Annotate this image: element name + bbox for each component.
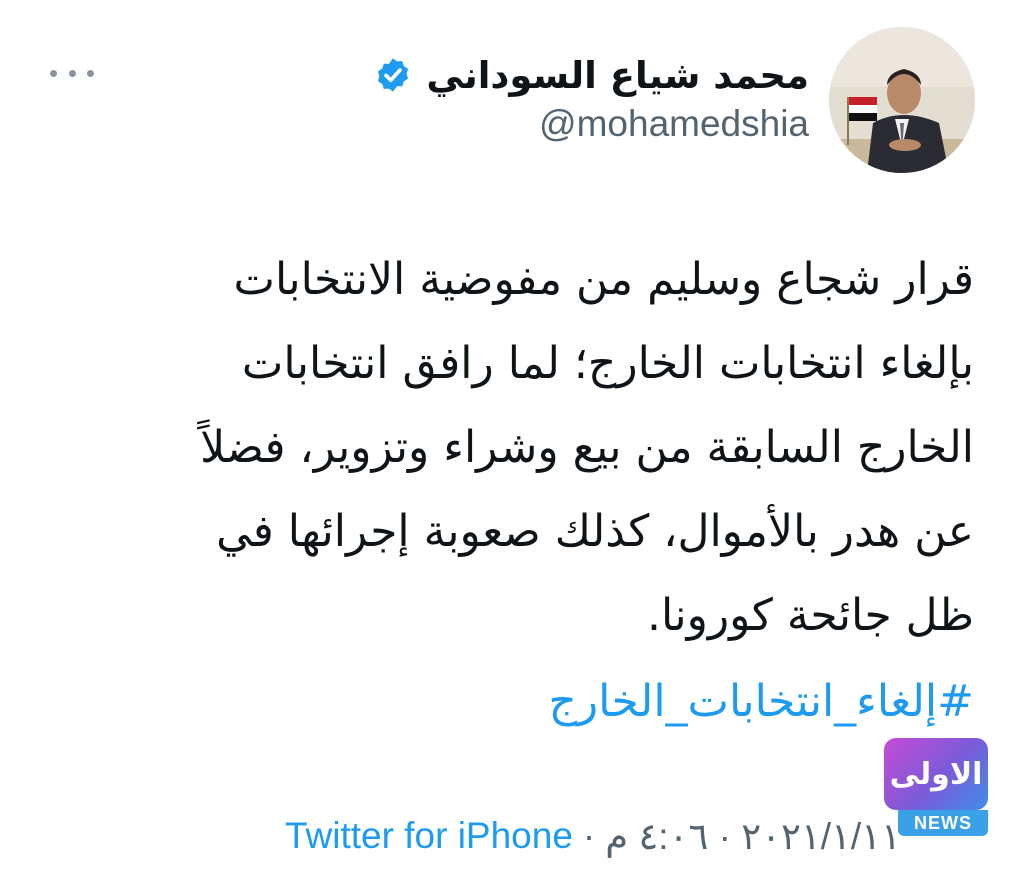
verified-badge-icon	[378, 58, 409, 92]
author-name-row: محمد شياع السوداني	[374, 48, 809, 102]
author-display-name[interactable]: محمد شياع السوداني	[426, 54, 809, 97]
tweet-text: قرار شجاع وسليم من مفوضية الانتخابات بإل…	[60, 238, 974, 658]
more-dot-icon	[50, 69, 57, 77]
tweet-text-line: الخارج السابقة من بيع وشراء وتزوير، فضلا…	[200, 422, 974, 473]
meta-separator: ·	[582, 815, 596, 856]
watermark-logo: الاولى NEWS	[884, 738, 988, 838]
tweet-text-line: بإلغاء انتخابات الخارج؛ لما رافق انتخابا…	[241, 338, 974, 389]
tweet-meta: Twitter for iPhone · ٢٠٢١/١/١١ · ٤:٠٦ م	[285, 810, 972, 862]
tweet-text-line: قرار شجاع وسليم من مفوضية الانتخابات	[233, 254, 974, 305]
author-handle[interactable]: @mohamedshia	[539, 103, 809, 145]
avatar-photo	[829, 27, 975, 173]
more-options-button[interactable]	[50, 62, 94, 84]
tweet-text-line: ظل جائحة كورونا.	[647, 590, 974, 641]
hashtag-link[interactable]: #إلغاء_انتخابات_الخارج	[548, 676, 974, 727]
author-avatar[interactable]	[829, 27, 975, 173]
watermark-logo-mark: الاولى	[884, 738, 988, 810]
tweet-timestamp[interactable]: ٢٠٢١/١/١١ · ٤:٠٦ م	[605, 815, 901, 858]
tweet-text-line: عن هدر بالأموال، كذلك صعوبة إجرائها في	[216, 506, 974, 557]
source-link[interactable]: Twitter for iPhone	[285, 815, 573, 857]
more-dot-icon	[68, 69, 76, 77]
more-dot-icon	[87, 69, 94, 77]
watermark-news-label: NEWS	[898, 810, 988, 836]
